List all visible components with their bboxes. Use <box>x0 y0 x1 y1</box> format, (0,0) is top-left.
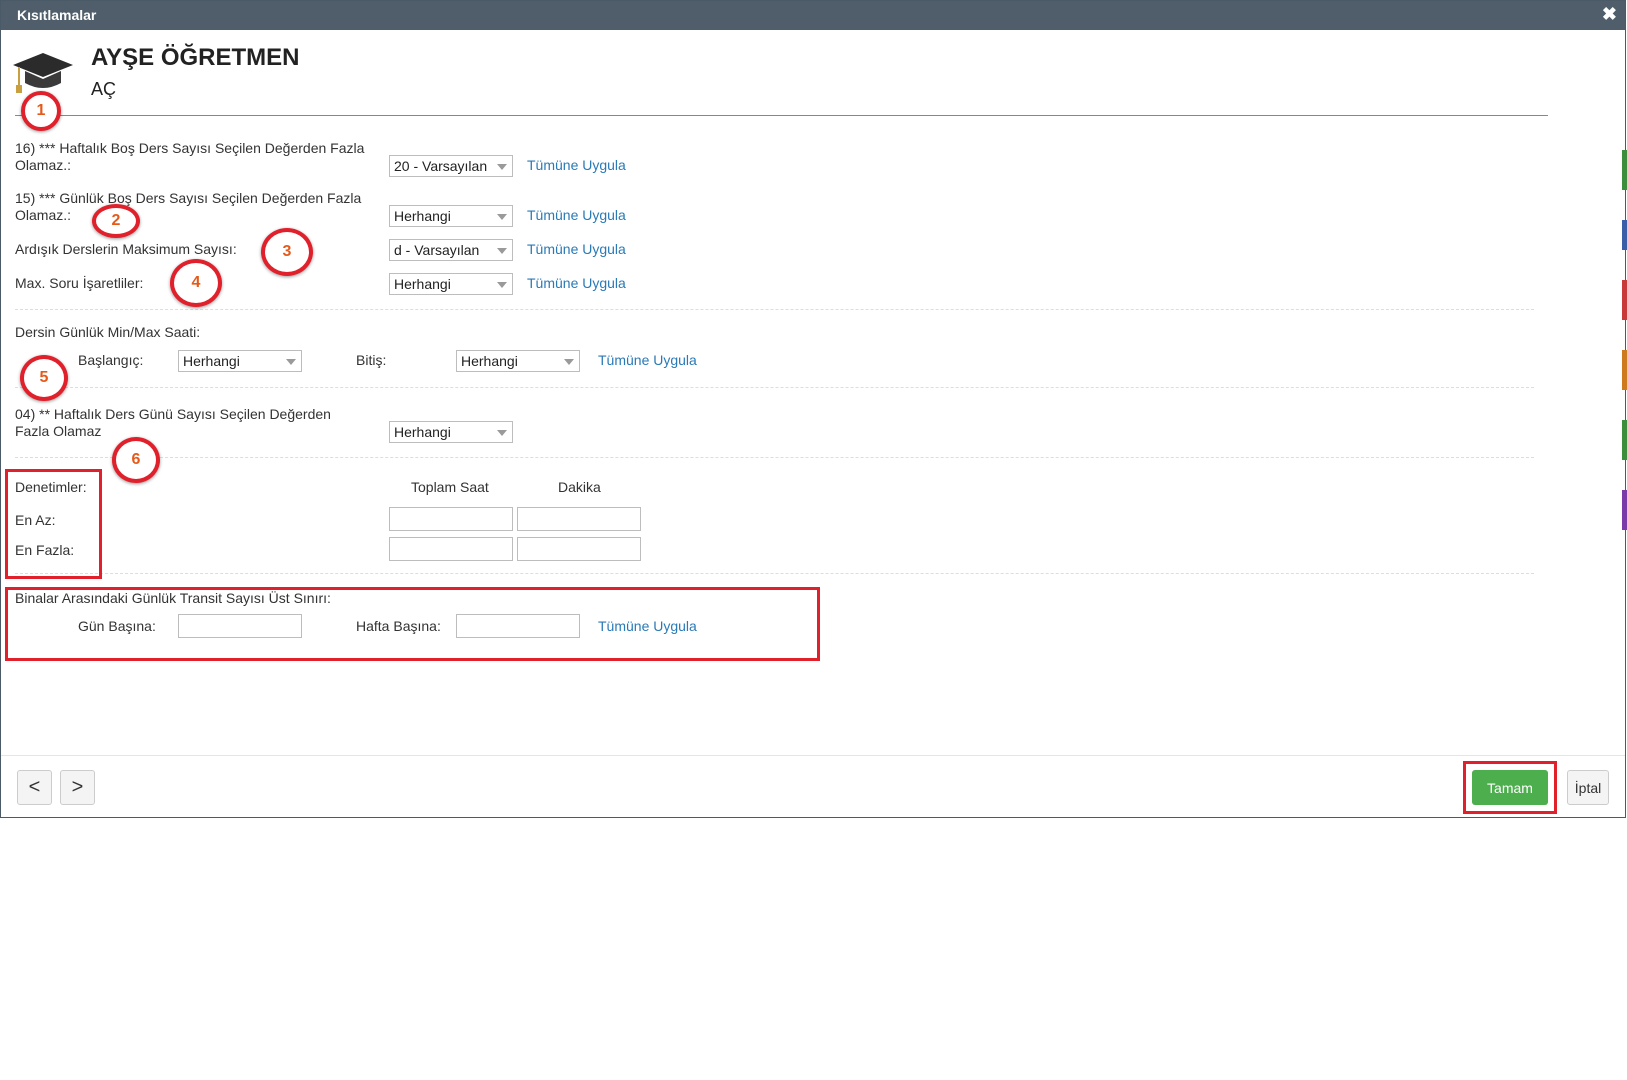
min-minutes-input[interactable] <box>517 507 641 531</box>
min-hours-input[interactable] <box>389 507 513 531</box>
daily-free-lessons-select[interactable]: Herhangi <box>389 205 513 227</box>
footer-divider <box>1 755 1625 756</box>
chevron-down-icon <box>497 248 507 254</box>
dialog-title: Kısıtlamalar <box>17 7 97 23</box>
max-hours-input[interactable] <box>389 537 513 561</box>
weekly-days-select[interactable]: Herhangi <box>389 421 513 443</box>
weekly-free-lessons-label: 16) *** Haftalık Boş Ders Sayısı Seçilen… <box>15 140 365 173</box>
minutes-header: Dakika <box>558 479 601 495</box>
daily-minmax-label: Dersin Günlük Min/Max Saati: <box>15 324 201 340</box>
highlight-box-controls <box>5 469 102 579</box>
section-divider <box>15 457 1534 458</box>
weekly-days-label: 04) ** Haftalık Ders Günü Sayısı Seçilen… <box>15 406 331 439</box>
total-hours-header: Toplam Saat <box>411 479 489 495</box>
daily-free-lessons-label: 15) *** Günlük Boş Ders Sayısı Seçilen D… <box>15 190 362 223</box>
question-marks-value: Herhangi <box>394 276 451 292</box>
end-label: Bitiş: <box>356 352 387 368</box>
apply-all-link-minmax[interactable]: Tümüne Uygula <box>598 352 697 368</box>
right-edge-strip <box>1622 150 1627 530</box>
step-marker-5: 5 <box>20 355 68 401</box>
start-select[interactable]: Herhangi <box>178 350 302 372</box>
consecutive-lessons-select[interactable]: d - Varsayılan <box>389 239 513 261</box>
weekly-days-value: Herhangi <box>394 424 451 440</box>
next-button[interactable]: > <box>60 770 95 805</box>
teacher-short-name: AÇ <box>91 79 117 99</box>
weekly-free-lessons-select[interactable]: 20 - Varsayılan <box>389 155 513 177</box>
chevron-down-icon <box>497 214 507 220</box>
chevron-down-icon <box>497 164 507 170</box>
prev-button[interactable]: < <box>17 770 52 805</box>
end-select[interactable]: Herhangi <box>456 350 580 372</box>
question-marks-select[interactable]: Herhangi <box>389 273 513 295</box>
apply-all-link-question[interactable]: Tümüne Uygula <box>527 275 626 291</box>
dialog-titlebar: Kısıtlamalar ✖ <box>1 1 1625 30</box>
apply-all-link-consecutive[interactable]: Tümüne Uygula <box>527 241 626 257</box>
cancel-button[interactable]: İptal <box>1567 770 1609 805</box>
apply-all-link-15[interactable]: Tümüne Uygula <box>527 207 626 223</box>
chevron-down-icon <box>564 359 574 365</box>
graduation-cap-icon <box>13 53 73 93</box>
step-marker-4: 4 <box>170 259 222 307</box>
chevron-down-icon <box>497 282 507 288</box>
highlight-box-transit <box>5 587 820 661</box>
daily-free-lessons-value: Herhangi <box>394 208 451 224</box>
section-divider <box>15 387 1534 388</box>
start-value: Herhangi <box>183 353 240 369</box>
constraints-dialog: Kısıtlamalar ✖ AYŞE ÖĞRETMEN AÇ 16) *** … <box>0 0 1626 818</box>
question-marks-label: Max. Soru İşaretliler: <box>15 275 144 291</box>
end-value: Herhangi <box>461 353 518 369</box>
max-minutes-input[interactable] <box>517 537 641 561</box>
start-label: Başlangıç: <box>78 352 144 368</box>
step-marker-3: 3 <box>261 228 313 276</box>
section-divider <box>15 573 1534 574</box>
apply-all-link-16[interactable]: Tümüne Uygula <box>527 157 626 173</box>
header-divider <box>15 115 1548 116</box>
step-marker-1: 1 <box>21 91 61 131</box>
teacher-name: AYŞE ÖĞRETMEN <box>91 44 300 71</box>
ok-button[interactable]: Tamam <box>1472 770 1548 805</box>
weekly-free-lessons-value: 20 - Varsayılan <box>394 158 488 174</box>
step-marker-2: 2 <box>92 204 140 238</box>
consecutive-lessons-value: d - Varsayılan <box>394 242 480 258</box>
section-divider <box>15 309 1534 310</box>
chevron-down-icon <box>497 430 507 436</box>
consecutive-lessons-label: Ardışık Derslerin Maksimum Sayısı: <box>15 241 237 257</box>
chevron-down-icon <box>286 359 296 365</box>
close-icon[interactable]: ✖ <box>1602 4 1617 25</box>
step-marker-6: 6 <box>112 437 160 483</box>
